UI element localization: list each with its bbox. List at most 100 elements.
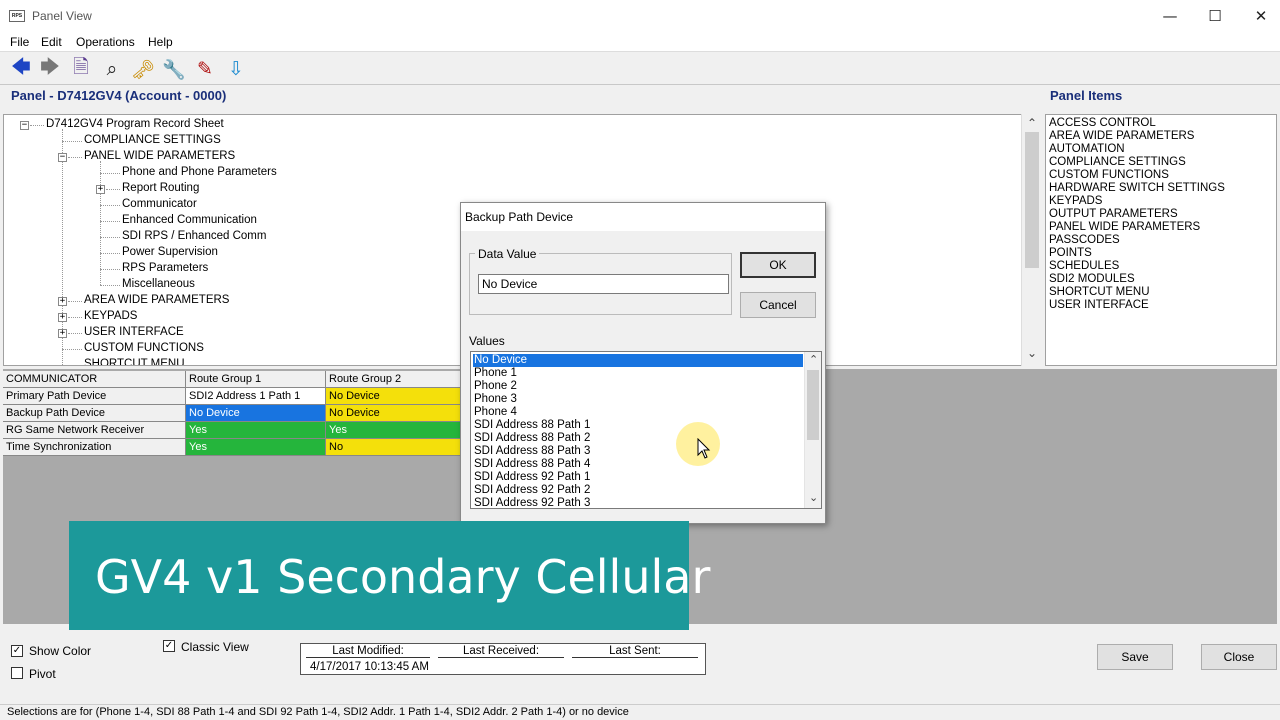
tree-node-compliance[interactable]: COMPLIANCE SETTINGS bbox=[84, 134, 221, 146]
tree-node-panel-wide[interactable]: PANEL WIDE PARAMETERS bbox=[84, 150, 235, 162]
value-option[interactable]: SDI Address 92 Path 1 bbox=[473, 471, 803, 484]
grid-cell[interactable]: Yes bbox=[186, 439, 326, 456]
menu-file[interactable]: File bbox=[10, 35, 29, 49]
tree-node-user-interface[interactable]: USER INTERFACE bbox=[84, 326, 184, 338]
value-option[interactable]: SDI Address 88 Path 1 bbox=[473, 419, 803, 432]
app-icon: RPS bbox=[9, 10, 25, 22]
panel-item[interactable]: SCHEDULES bbox=[1049, 260, 1119, 272]
value-option[interactable]: SDI Address 88 Path 4 bbox=[473, 458, 803, 471]
panel-item[interactable]: PASSCODES bbox=[1049, 234, 1120, 246]
expand-icon[interactable]: + bbox=[58, 313, 67, 322]
minimize-button[interactable]: — bbox=[1147, 0, 1193, 32]
panel-item[interactable]: PANEL WIDE PARAMETERS bbox=[1049, 221, 1200, 233]
search-document-icon[interactable]: 🗎 bbox=[68, 56, 94, 82]
scroll-down-icon[interactable]: ⌄ bbox=[1027, 346, 1037, 360]
tree-node-root[interactable]: D7412GV4 Program Record Sheet bbox=[46, 118, 224, 130]
maximize-button[interactable]: ☐ bbox=[1192, 0, 1238, 32]
tree-node-misc[interactable]: Miscellaneous bbox=[122, 278, 195, 290]
save-button[interactable]: Save bbox=[1097, 644, 1173, 670]
tree-node-shortcut[interactable]: SHORTCUT MENU bbox=[84, 358, 185, 365]
close-button[interactable]: Close bbox=[1201, 644, 1277, 670]
menu-edit[interactable]: Edit bbox=[41, 35, 62, 49]
scroll-down-icon[interactable]: ⌄ bbox=[809, 491, 818, 504]
collapse-icon[interactable]: − bbox=[58, 153, 67, 162]
tree-node-phone[interactable]: Phone and Phone Parameters bbox=[122, 166, 277, 178]
panel-item[interactable]: POINTS bbox=[1049, 247, 1092, 259]
grid-cell[interactable]: Yes bbox=[326, 422, 466, 439]
scroll-up-icon[interactable]: ⌃ bbox=[809, 353, 818, 366]
panel-item[interactable]: COMPLIANCE SETTINGS bbox=[1049, 156, 1186, 168]
panel-item[interactable]: AREA WIDE PARAMETERS bbox=[1049, 130, 1194, 142]
tree-scrollbar[interactable]: ⌃ ⌄ bbox=[1021, 114, 1043, 366]
send-device-icon[interactable]: ⇩ bbox=[223, 56, 249, 82]
panel-item[interactable]: HARDWARE SWITCH SETTINGS bbox=[1049, 182, 1225, 194]
grid-header-communicator: COMMUNICATOR bbox=[3, 371, 186, 388]
pivot-checkbox[interactable] bbox=[11, 667, 23, 679]
expand-icon[interactable]: + bbox=[58, 329, 67, 338]
panel-item[interactable]: KEYPADS bbox=[1049, 195, 1102, 207]
panel-item[interactable]: ACCESS CONTROL bbox=[1049, 117, 1156, 129]
last-sent-label: Last Sent: bbox=[572, 645, 698, 658]
value-option[interactable]: Phone 3 bbox=[473, 393, 803, 406]
modification-info-box: Last Modified: Last Received: Last Sent:… bbox=[300, 643, 706, 675]
ok-button[interactable]: OK bbox=[740, 252, 816, 278]
last-received-label: Last Received: bbox=[438, 645, 564, 658]
classic-view-checkbox[interactable]: ✓ bbox=[163, 640, 175, 652]
panel-item[interactable]: CUSTOM FUNCTIONS bbox=[1049, 169, 1169, 181]
close-window-button[interactable]: ✕ bbox=[1238, 0, 1280, 32]
values-scrollbar[interactable]: ⌃ ⌄ bbox=[804, 352, 821, 508]
last-modified-label: Last Modified: bbox=[306, 645, 430, 658]
value-option[interactable]: Phone 2 bbox=[473, 380, 803, 393]
title-bar bbox=[0, 0, 1280, 32]
value-option[interactable]: SDI Address 88 Path 3 bbox=[473, 445, 803, 458]
values-list[interactable]: No Device Phone 1 Phone 2 Phone 3 Phone 4 SDI… bbox=[470, 351, 822, 509]
tree-node-sdi-rps[interactable]: SDI RPS / Enhanced Comm bbox=[122, 230, 266, 242]
panel-item[interactable]: SDI2 MODULES bbox=[1049, 273, 1135, 285]
scroll-thumb[interactable] bbox=[1025, 132, 1039, 268]
tree-node-enhanced[interactable]: Enhanced Communication bbox=[122, 214, 257, 226]
status-bar: Selections are for (Phone 1-4, SDI 88 Pa… bbox=[0, 704, 1280, 720]
edit-document-icon[interactable]: ✎ bbox=[192, 56, 218, 82]
grid-cell[interactable]: No Device bbox=[326, 405, 466, 422]
tree-node-rps-params[interactable]: RPS Parameters bbox=[122, 262, 208, 274]
value-option[interactable]: Phone 1 bbox=[473, 367, 803, 380]
binoculars-icon[interactable]: ⌕ bbox=[99, 56, 125, 82]
value-option[interactable]: Phone 4 bbox=[473, 406, 803, 419]
panel-item[interactable]: AUTOMATION bbox=[1049, 143, 1125, 155]
grid-cell[interactable]: No bbox=[326, 439, 466, 456]
tree-node-area-wide[interactable]: AREA WIDE PARAMETERS bbox=[84, 294, 229, 306]
data-value-field[interactable]: No Device bbox=[478, 274, 729, 294]
expand-icon[interactable]: + bbox=[58, 297, 67, 306]
panel-item[interactable]: OUTPUT PARAMETERS bbox=[1049, 208, 1178, 220]
tree-node-power[interactable]: Power Supervision bbox=[122, 246, 218, 258]
value-option[interactable]: SDI Address 92 Path 2 bbox=[473, 484, 803, 497]
grid-cell-selected[interactable]: No Device bbox=[186, 405, 326, 422]
value-option-selected[interactable]: No Device bbox=[473, 354, 803, 367]
scroll-up-icon[interactable]: ⌃ bbox=[1027, 116, 1037, 130]
menu-operations[interactable]: Operations bbox=[76, 35, 135, 49]
grid-cell[interactable]: No Device bbox=[326, 388, 466, 405]
tree-node-communicator[interactable]: Communicator bbox=[122, 198, 197, 210]
menu-help[interactable]: Help bbox=[148, 35, 173, 49]
panel-item[interactable]: SHORTCUT MENU bbox=[1049, 286, 1150, 298]
forward-arrow-icon[interactable]: 🡆 bbox=[37, 56, 63, 82]
back-arrow-icon[interactable]: 🡄 bbox=[8, 56, 34, 82]
tree-node-report-routing[interactable]: Report Routing bbox=[122, 182, 199, 194]
wrench-icon[interactable]: 🔧 bbox=[161, 56, 187, 82]
tree-node-custom[interactable]: CUSTOM FUNCTIONS bbox=[84, 342, 204, 354]
grid-cell[interactable]: Yes bbox=[186, 422, 326, 439]
cancel-button[interactable]: Cancel bbox=[740, 292, 816, 318]
scroll-thumb[interactable] bbox=[807, 370, 819, 440]
value-option[interactable]: SDI Address 88 Path 2 bbox=[473, 432, 803, 445]
panel-item[interactable]: USER INTERFACE bbox=[1049, 299, 1149, 311]
collapse-icon[interactable]: − bbox=[20, 121, 29, 130]
banner-text: GV4 v1 Secondary Cellular bbox=[95, 550, 711, 604]
show-color-checkbox[interactable]: ✓ bbox=[11, 645, 23, 657]
show-color-label: Show Color bbox=[29, 644, 92, 658]
expand-icon[interactable]: + bbox=[96, 185, 105, 194]
tree-node-keypads[interactable]: KEYPADS bbox=[84, 310, 137, 322]
key-document-icon[interactable]: 🗝 bbox=[130, 56, 156, 82]
grid-cell[interactable]: SDI2 Address 1 Path 1 bbox=[186, 388, 326, 405]
grid-header-route-group-2: Route Group 2 bbox=[326, 371, 466, 388]
value-option[interactable]: SDI Address 92 Path 3 bbox=[473, 497, 803, 508]
